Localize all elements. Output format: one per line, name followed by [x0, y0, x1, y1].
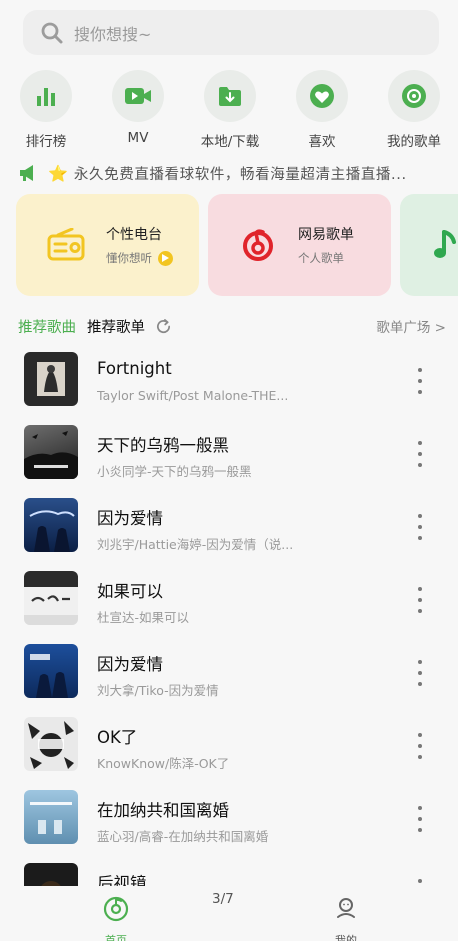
tab-recommended-playlists[interactable]: 推荐歌单 — [87, 316, 145, 337]
list-item[interactable]: OK了 KnowKnow/陈泽-OK了 — [0, 709, 458, 782]
search-icon — [41, 22, 63, 43]
user-icon — [337, 898, 355, 918]
playlist-square-link[interactable]: 歌单广场 > — [376, 316, 446, 336]
list-item[interactable]: Fortnight Taylor Swift/Post Malone-THE..… — [0, 344, 458, 417]
quick-action-favorites[interactable]: 喜欢 — [276, 70, 368, 150]
more-options-icon[interactable] — [410, 733, 430, 759]
heart-icon — [310, 84, 334, 108]
tab-recommended-songs[interactable]: 推荐歌曲 — [18, 316, 76, 337]
megaphone-icon — [20, 165, 33, 181]
feature-cards: 个性电台 懂你想听 网易歌单 个人歌单 — [0, 194, 458, 296]
netease-logo-icon — [243, 229, 273, 261]
quick-action-label: MV — [127, 130, 149, 146]
list-item[interactable]: 如果可以 杜宣达-如果可以 — [0, 563, 458, 636]
song-artist: 蓝心羽/高睿-在加纳共和国离婚 — [97, 829, 269, 844]
home-disc-icon — [103, 896, 129, 922]
song-artist: 刘兆宇/Hattie海婷-因为爱情（说... — [97, 537, 294, 552]
more-options-icon[interactable] — [410, 806, 430, 832]
nav-label: 我的 — [335, 934, 357, 941]
more-options-icon[interactable] — [410, 587, 430, 613]
announcement-text: 永久免费直播看球软件，畅看海量超清主播直播... — [73, 166, 407, 183]
card-third[interactable] — [400, 194, 458, 296]
quick-action-charts[interactable]: 排行榜 — [0, 70, 92, 150]
album-cover — [24, 790, 78, 844]
quick-action-label: 喜欢 — [308, 134, 336, 150]
more-options-icon[interactable] — [410, 514, 430, 540]
album-cover — [24, 717, 78, 771]
album-cover — [24, 571, 78, 625]
more-options-icon[interactable] — [410, 441, 430, 467]
song-title: 因为爱情 — [97, 509, 163, 528]
nav-label: 首页 — [105, 934, 127, 941]
more-options-icon[interactable] — [410, 368, 430, 394]
album-cover — [24, 425, 78, 479]
song-artist: 杜宣达-如果可以 — [97, 610, 190, 625]
search-bar[interactable]: 搜你想搜~ — [23, 10, 439, 55]
song-title: Fortnight — [97, 359, 172, 378]
card-title: 网易歌单 — [298, 227, 354, 243]
quick-action-my-playlists[interactable]: 我的歌单 — [368, 70, 458, 150]
quick-action-mv[interactable]: MV — [92, 70, 184, 146]
song-title: 在加纳共和国离婚 — [97, 801, 229, 820]
card-title: 个性电台 — [106, 227, 162, 243]
song-artist: 刘大拿/Tiko-因为爱情 — [97, 683, 219, 698]
quick-action-label: 我的歌单 — [387, 134, 441, 150]
card-subtitle: 个人歌单 — [298, 251, 344, 265]
album-cover — [24, 644, 78, 698]
star-emoji: ⭐ — [48, 163, 68, 183]
quick-action-label: 排行榜 — [25, 134, 67, 150]
quick-actions: 排行榜 MV 本地/下载 喜欢 我的歌单 — [0, 70, 458, 152]
nav-mine[interactable]: 我的 — [306, 896, 386, 941]
card-personal-radio[interactable]: 个性电台 懂你想听 — [16, 194, 199, 296]
page-indicator: 3/7 — [212, 891, 234, 907]
radio-icon — [47, 228, 85, 261]
card-subtitle: 懂你想听 — [106, 251, 152, 265]
download-folder-icon — [219, 87, 241, 106]
refresh-icon[interactable] — [155, 318, 172, 335]
card-netease-playlist[interactable]: 网易歌单 个人歌单 — [208, 194, 391, 296]
song-title: OK了 — [97, 728, 138, 747]
list-item[interactable]: 天下的乌鸦一般黑 小炎同学-天下的乌鸦一般黑 — [0, 417, 458, 490]
list-item[interactable]: 因为爱情 刘兆宇/Hattie海婷-因为爱情（说... — [0, 490, 458, 563]
more-options-icon[interactable] — [410, 660, 430, 686]
song-artist: 小炎同学-天下的乌鸦一般黑 — [97, 464, 252, 479]
quick-action-local[interactable]: 本地/下载 — [184, 70, 276, 150]
album-cover — [24, 352, 78, 406]
disc-icon — [402, 84, 426, 108]
song-artist: Taylor Swift/Post Malone-THE... — [97, 388, 289, 403]
announcement-banner[interactable]: ⭐ 永久免费直播看球软件，畅看海量超清主播直播... — [18, 160, 448, 186]
section-tabs: 推荐歌曲 推荐歌单 歌单广场 > — [18, 315, 448, 337]
list-item[interactable]: 在加纳共和国离婚 蓝心羽/高睿-在加纳共和国离婚 — [0, 782, 458, 855]
chart-bars-icon — [37, 88, 55, 106]
bottom-nav: 首页 3/7 我的 — [0, 886, 458, 941]
song-title: 天下的乌鸦一般黑 — [97, 436, 229, 455]
play-icon[interactable] — [158, 250, 173, 266]
music-note-icon — [434, 230, 456, 258]
song-artist: KnowKnow/陈泽-OK了 — [97, 756, 230, 771]
song-title: 如果可以 — [97, 582, 163, 601]
nav-home[interactable]: 首页 — [76, 896, 156, 941]
video-camera-icon — [125, 88, 151, 104]
list-item[interactable]: 因为爱情 刘大拿/Tiko-因为爱情 — [0, 636, 458, 709]
quick-action-label: 本地/下载 — [200, 134, 260, 150]
search-input[interactable]: 搜你想搜~ — [74, 21, 151, 45]
song-title: 因为爱情 — [97, 655, 163, 674]
album-cover — [24, 498, 78, 552]
